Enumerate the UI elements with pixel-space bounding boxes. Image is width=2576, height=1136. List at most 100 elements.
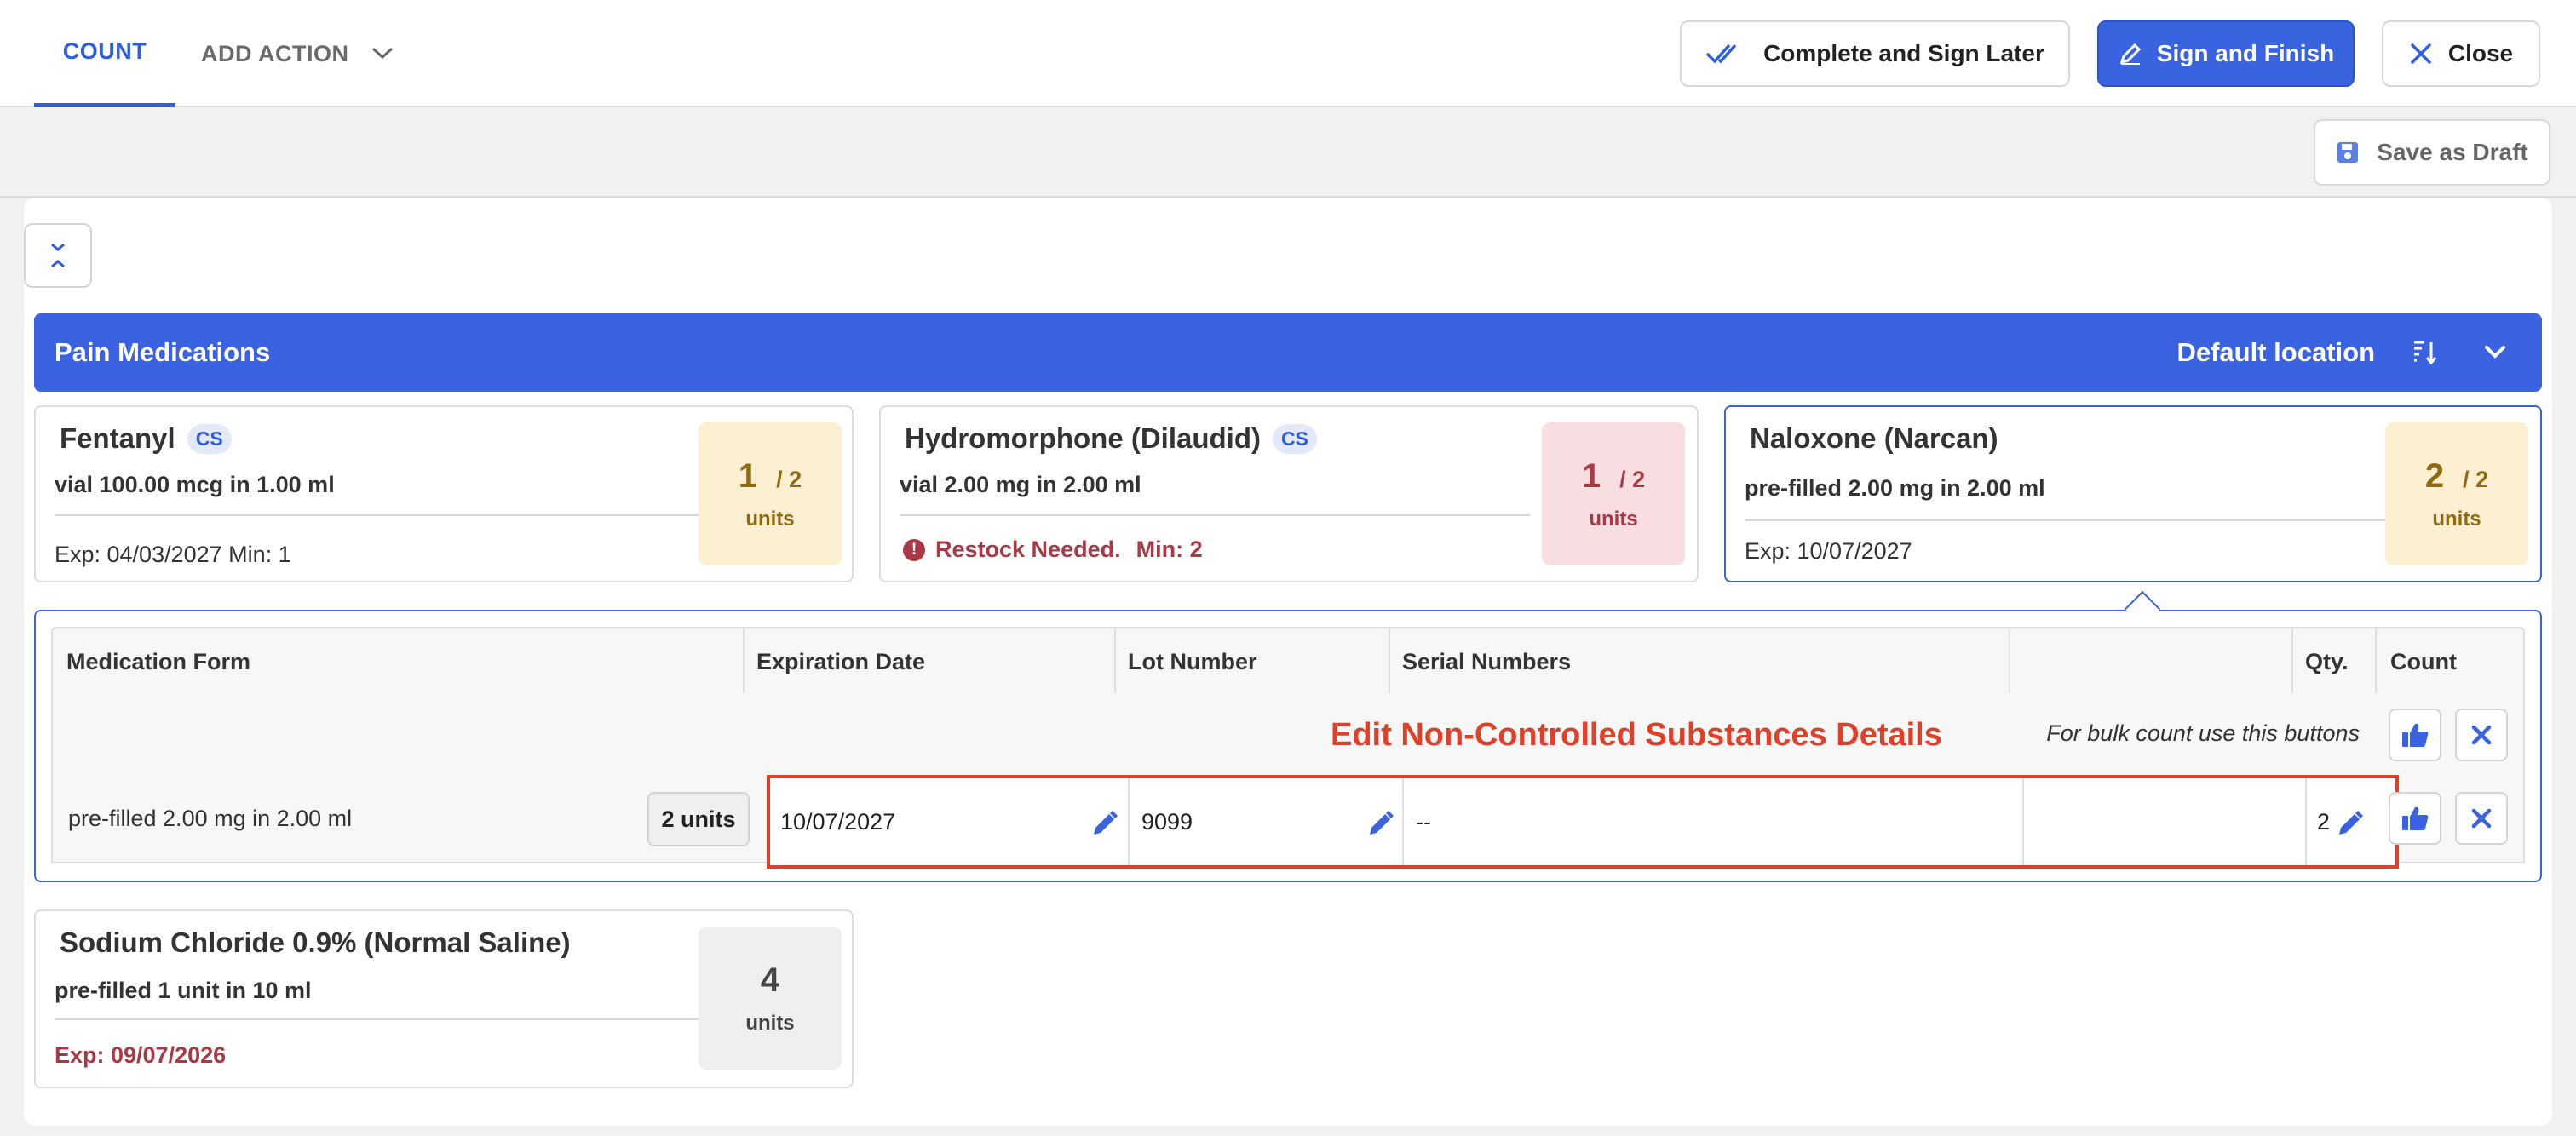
quantity-value: 1 [1581, 456, 1601, 495]
secondary-bar: Save as Draft [0, 109, 2576, 198]
lot-number-value: 9099 [1141, 809, 1193, 835]
tab-add-action-label: ADD ACTION [201, 40, 349, 66]
cs-badge: CS [187, 423, 232, 454]
quantity-value: 1 [738, 456, 758, 495]
edit-expiration-pencil-icon[interactable] [1090, 809, 1119, 842]
restock-warning: ! Restock Needed. Min: 2 [903, 536, 1203, 563]
bulk-approve-button[interactable] [2389, 709, 2441, 761]
card-title: Hydromorphone (Dilaudid) CS [905, 422, 1317, 455]
thumbs-up-icon [2402, 723, 2429, 747]
medication-description: vial 100.00 mcg in 1.00 ml [55, 472, 335, 497]
expiration-text: Exp: 09/07/2026 [55, 1042, 227, 1068]
expiration-text: Exp: 10/07/2027 [1745, 538, 1912, 564]
warning-min: Min: 2 [1136, 536, 1203, 562]
column-lot-number: Lot Number [1128, 649, 1257, 674]
edit-lot-pencil-icon[interactable] [1366, 809, 1395, 842]
card-title: Naloxone (Narcan) [1750, 422, 1998, 455]
quantity-box: 2 / 2 units [2385, 422, 2528, 565]
chevron-down-icon[interactable] [371, 47, 394, 60]
quantity-total: / 2 [1619, 466, 1646, 492]
quantity-box: 4 units [699, 927, 842, 1070]
quantity-box: 1 / 2 units [1542, 422, 1685, 565]
bulk-count-hint: For bulk count use this buttons [2046, 720, 2360, 746]
qty-value: 2 [2317, 809, 2331, 835]
divider [1402, 778, 1404, 865]
medication-card[interactable]: Fentanyl CS vial 100.00 mcg in 1.00 ml E… [34, 405, 854, 582]
quantity-value: 2 [2424, 456, 2445, 495]
medication-name: Sodium Chloride 0.9% (Normal Saline) [60, 927, 571, 958]
approve-row-button[interactable] [2389, 792, 2441, 845]
divider [1114, 628, 1116, 695]
medication-card[interactable]: Hydromorphone (Dilaudid) CS vial 2.00 mg… [879, 405, 1699, 582]
tab-count[interactable]: COUNT [34, 0, 175, 107]
quantity-units: units [745, 1011, 795, 1035]
card-title: Fentanyl CS [60, 422, 232, 455]
collapse-icon [51, 243, 65, 268]
medication-description: pre-filled 2.00 mg in 2.00 ml [1745, 475, 2045, 501]
divider [1389, 628, 1390, 695]
quantity-total: / 2 [2463, 466, 2489, 492]
section-header[interactable]: Pain Medications Default location [34, 313, 2542, 392]
quantity-box: 1 / 2 units [699, 422, 842, 565]
close-icon [2411, 43, 2431, 64]
reject-row-button[interactable] [2455, 792, 2508, 845]
details-panel: Medication Form Expiration Date Lot Numb… [34, 610, 2542, 882]
column-serial-numbers: Serial Numbers [1402, 649, 1572, 674]
table-header: Medication Form Expiration Date Lot Numb… [51, 627, 2525, 695]
cs-badge: CS [1272, 423, 1317, 454]
warning-text: Restock Needed. [935, 536, 1121, 562]
medication-description: vial 2.00 mg in 2.00 ml [900, 472, 1141, 497]
quantity-units: units [1589, 507, 1638, 531]
save-draft-label: Save as Draft [2377, 139, 2528, 165]
quantity-total: / 2 [776, 466, 802, 492]
bulk-count-row: Edit Non-Controlled Substances Details F… [51, 693, 2525, 775]
tab-count-label: COUNT [62, 38, 147, 64]
divider [55, 514, 702, 516]
close-button[interactable]: Close [2382, 20, 2540, 87]
medication-name: Hydromorphone (Dilaudid) [905, 422, 1261, 454]
top-bar: COUNT ADD ACTION Complete and Sign Later… [0, 0, 2576, 107]
close-icon [2471, 808, 2492, 829]
close-label: Close [2447, 40, 2514, 66]
chevron-down-icon[interactable] [2482, 339, 2508, 369]
divider [2009, 628, 2010, 695]
divider [900, 514, 1530, 516]
main-panel: Pain Medications Default location Fentan… [24, 198, 2552, 1126]
quantity-units: units [745, 507, 795, 531]
sign-and-finish-button[interactable]: Sign and Finish [2097, 20, 2355, 87]
divider [1128, 778, 1130, 865]
editable-details-highlight: 10/07/2027 9099 -- 2 [767, 775, 2399, 869]
complete-and-sign-later-button[interactable]: Complete and Sign Later [1680, 20, 2070, 87]
medication-name: Fentanyl [60, 422, 175, 454]
tab-add-action[interactable]: ADD ACTION [201, 0, 394, 107]
section-title: Pain Medications [55, 337, 271, 367]
divider [2375, 628, 2377, 695]
bulk-reject-button[interactable] [2455, 709, 2508, 761]
medication-card-selected[interactable]: Naloxone (Narcan) pre-filled 2.00 mg in … [1724, 405, 2542, 582]
collapse-all-button[interactable] [24, 223, 92, 288]
divider [1745, 519, 2392, 521]
save-as-draft-button[interactable]: Save as Draft [2314, 119, 2550, 186]
divider [743, 628, 745, 695]
thumbs-up-icon [2402, 806, 2429, 830]
row-medication-form: pre-filled 2.00 mg in 2.00 ml [68, 806, 353, 831]
edit-qty-pencil-icon[interactable] [2336, 809, 2365, 842]
medication-card[interactable]: Sodium Chloride 0.9% (Normal Saline) pre… [34, 909, 854, 1088]
expiration-text: Exp: 04/03/2027 Min: 1 [55, 542, 291, 567]
divider [2022, 778, 2024, 865]
sign-finish-label: Sign and Finish [2156, 40, 2335, 66]
save-icon [2337, 142, 2359, 163]
double-check-icon [1705, 43, 1737, 64]
column-qty: Qty. [2305, 649, 2349, 674]
card-title: Sodium Chloride 0.9% (Normal Saline) [60, 927, 571, 959]
annotation-caption: Edit Non-Controlled Substances Details [1331, 717, 1942, 753]
medication-name: Naloxone (Narcan) [1750, 422, 1998, 454]
location-selector[interactable]: Default location [2176, 313, 2375, 392]
sort-icon[interactable] [2411, 339, 2438, 370]
close-icon [2471, 725, 2492, 745]
column-count: Count [2390, 649, 2457, 674]
medication-description: pre-filled 1 unit in 10 ml [55, 978, 312, 1003]
divider [2291, 628, 2293, 695]
expiration-value: 10/07/2027 [780, 809, 896, 835]
info-icon: ! [903, 538, 925, 561]
